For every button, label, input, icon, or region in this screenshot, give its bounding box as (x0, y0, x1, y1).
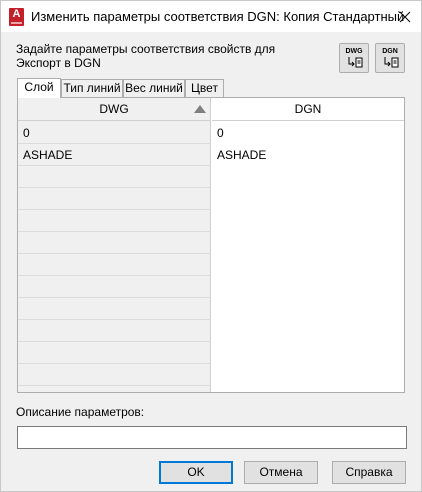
cancel-button[interactable]: Отмена (244, 461, 318, 484)
row-divider (18, 319, 211, 320)
row-divider (18, 231, 211, 232)
dgn-button-label: DGN (382, 48, 398, 55)
tab-lineweight[interactable]: Вес линий (123, 79, 185, 97)
app-icon-letter: A (12, 8, 21, 20)
params-description-label: Описание параметров: (16, 405, 145, 419)
params-description-field[interactable] (17, 426, 407, 449)
window-title: Изменить параметры соответствия DGN: Коп… (31, 9, 405, 24)
tab-color[interactable]: Цвет (185, 79, 224, 97)
row-divider (18, 209, 211, 210)
table-row-2-dwg-cell[interactable]: ASHADE (18, 144, 211, 166)
help-button[interactable]: Справка (332, 461, 406, 484)
column-header-dgn[interactable]: DGN (212, 98, 404, 121)
ok-button[interactable]: OK (159, 461, 233, 484)
dwg-import-button[interactable]: DWG (339, 43, 369, 73)
title-bar: A Изменить параметры соответствия DGN: К… (0, 0, 422, 32)
row-divider (18, 385, 211, 386)
row-divider (18, 187, 211, 188)
row-divider (18, 297, 211, 298)
autocad-app-icon: A (9, 8, 24, 26)
close-button[interactable] (395, 7, 415, 27)
close-icon (399, 11, 411, 23)
row-divider (18, 341, 211, 342)
sort-ascending-icon (194, 105, 206, 113)
table-row-1-dwg-cell[interactable]: 0 (18, 122, 211, 144)
column-header-dwg-label: DWG (99, 102, 129, 116)
table-row-1-dgn-cell[interactable]: 0 (212, 122, 404, 144)
row-divider (18, 363, 211, 364)
import-arrow-icon (384, 57, 399, 68)
dwg-button-label: DWG (345, 48, 363, 55)
row-divider (18, 275, 211, 276)
row-divider (18, 253, 211, 254)
row-divider (18, 143, 211, 144)
description-text: Задайте параметры соответствия свойств д… (16, 42, 276, 70)
import-arrow-icon (348, 57, 363, 68)
column-header-dwg[interactable]: DWG (18, 98, 211, 121)
dialog-content: Задайте параметры соответствия свойств д… (0, 32, 422, 492)
tab-layer[interactable]: Слой (17, 78, 61, 98)
row-divider (18, 165, 211, 166)
table-row-2-dgn-cell[interactable]: ASHADE (212, 144, 404, 166)
dgn-import-button[interactable]: DGN (375, 43, 405, 73)
tab-linetype[interactable]: Тип линий (61, 79, 123, 97)
mapping-table: DWG DGN 0 0 ASHADE ASHADE (17, 97, 405, 393)
